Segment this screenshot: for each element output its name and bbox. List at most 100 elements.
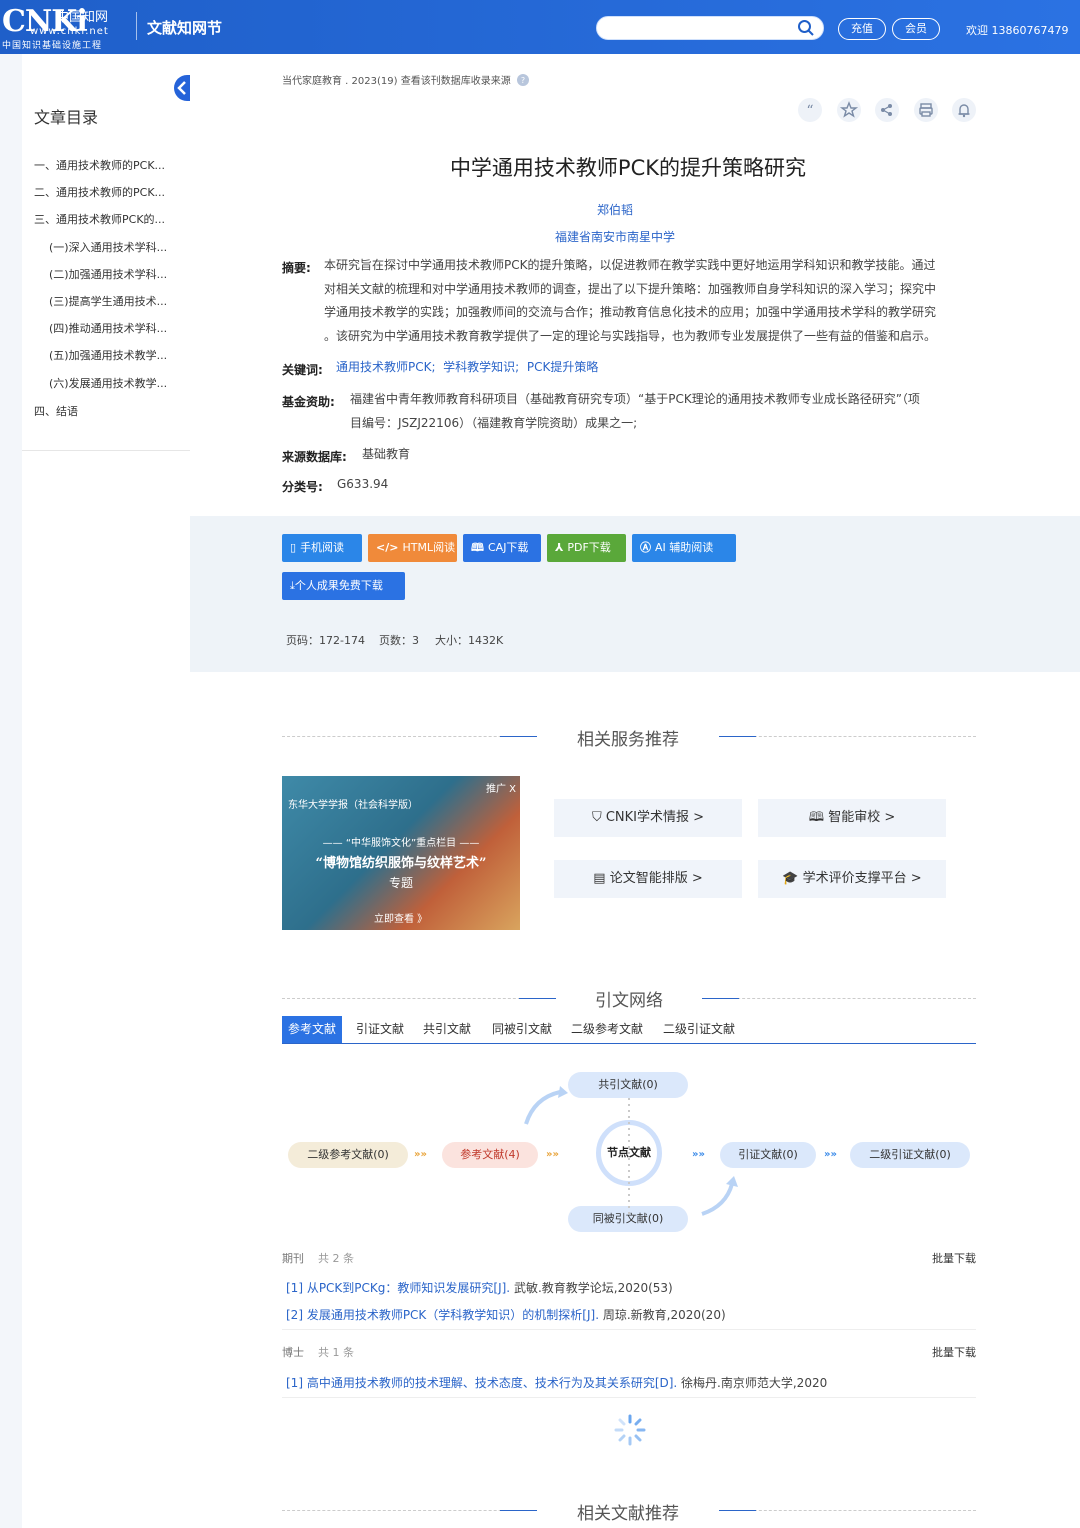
section-divider: [719, 1510, 976, 1511]
article-author[interactable]: 郑伯韬: [190, 201, 1040, 218]
caj-download-button[interactable]: 🕮 CAJ下载: [463, 534, 541, 562]
banner-subheadline: 专题: [388, 876, 413, 890]
toc-item[interactable]: (六)发展通用技术教学...: [49, 375, 167, 391]
abstract-line: 学通用技术教学的实践；加强教师间的交流与合作；推动教育信息化技术的应用；加强中学…: [324, 305, 937, 319]
pdf-download-button[interactable]: ⅄ PDF下载: [547, 534, 626, 562]
fund-line: 目编号：JSZJ22106）（福建教育学院资助）成果之一;: [350, 415, 638, 430]
toc-title: 文章目录: [34, 108, 99, 127]
toc-item[interactable]: 四、结语: [34, 403, 78, 419]
print-icon[interactable]: [914, 98, 938, 122]
toc-sidebar: 文章目录 一、通用技术教师的PCK... 二、通用技术教师的PCK... 三、通…: [22, 54, 190, 1528]
keyword-link[interactable]: 通用技术教师PCK;: [336, 360, 436, 374]
page-count-info: 页数：3: [379, 634, 419, 647]
html-read-button[interactable]: </> HTML阅读: [368, 534, 457, 562]
toc-item[interactable]: (五)加强通用技术教学...: [49, 347, 167, 363]
section-divider-accent: [719, 1510, 756, 1511]
reference-item[interactable]: [1] 从PCK到PCKg：教师知识发展研究[J]. 武敏.教育教学论坛,202…: [286, 1279, 673, 1296]
tab-co-cited[interactable]: 同被引文献: [492, 1016, 552, 1043]
toc-item[interactable]: 三、通用技术教师PCK的...: [34, 211, 165, 227]
section-divider-accent: [500, 736, 537, 737]
bell-icon[interactable]: [952, 98, 976, 122]
fund-line: 福建省中青年教师教育科研项目（基础教育研究专项）“基于PCK理论的通用技术教师专…: [350, 392, 920, 406]
batch-download-button[interactable]: 批量下载: [932, 1344, 976, 1360]
services-title: 相关服务推荐: [577, 730, 679, 750]
toc-item[interactable]: (一)深入通用技术学科...: [49, 239, 167, 255]
abstract-label: 摘要:: [282, 261, 311, 275]
batch-download-button[interactable]: 批量下载: [932, 1250, 976, 1266]
network-title: 引文网络: [595, 991, 663, 1011]
promo-banner[interactable]: 东华大学学报（社会科学版） 推广 X —— “中华服饰文化”重点栏目 —— “博…: [282, 776, 520, 930]
reference-item[interactable]: [1] 高中通用技术教师的技术理解、技术态度、技术行为及其关系研究[D]. 徐梅…: [286, 1374, 827, 1391]
loading-spinner-icon: [614, 1414, 646, 1446]
section-divider-accent: [702, 998, 739, 999]
tab-secondary-references[interactable]: 二级参考文献: [571, 1016, 643, 1043]
tab-co-citing[interactable]: 共引文献: [423, 1016, 471, 1043]
service-evaluation[interactable]: 🎓 学术评价支撑平台 >: [758, 860, 946, 898]
breadcrumb[interactable]: 当代家庭教育 . 2023(19) 查看该刊数据库收录来源 ?: [282, 72, 529, 87]
abstract-line: 。该研究为中学通用技术教育教学提供了一定的理论与实践指导，也为教师专业发展提供了…: [324, 328, 937, 343]
toc-item[interactable]: (四)推动通用技术学科...: [49, 320, 167, 336]
cnki-logo[interactable]: CNKi 中国知网 www.cnki.net 中国知识基础设施工程: [2, 4, 130, 51]
related-title: 相关文献推荐: [577, 1504, 679, 1524]
ai-read-button[interactable]: Ⓐ AI 辅助阅读: [632, 534, 736, 562]
share-icon[interactable]: [875, 98, 899, 122]
section-divider-accent: [500, 1510, 537, 1511]
service-typeset[interactable]: ▤ 论文智能排版 >: [554, 860, 742, 898]
sidebar-divider: [22, 450, 190, 451]
node-references[interactable]: 参考文献(4): [442, 1142, 538, 1168]
search-input[interactable]: [607, 20, 787, 38]
collapse-sidebar-button[interactable]: [174, 75, 190, 101]
keyword-link[interactable]: PCK提升策略: [527, 360, 599, 374]
service-cnki-intel[interactable]: ⛉ CNKI学术情报 >: [554, 799, 742, 837]
tab-references[interactable]: 参考文献: [282, 1016, 343, 1043]
article-title: 中学通用技术教师PCK的提升策略研究: [449, 156, 807, 180]
caj-download-label: CAJ下载: [487, 541, 529, 554]
section-divider-accent: [519, 998, 556, 999]
banner-ad-close[interactable]: 推广 X: [486, 780, 516, 795]
toc-item[interactable]: (三)提高学生通用技术...: [49, 293, 167, 309]
tab-secondary-citing[interactable]: 二级引证文献: [663, 1016, 735, 1043]
article-organization[interactable]: 福建省南安市南星中学: [190, 228, 1040, 245]
reference-item[interactable]: [2] 发展通用技术教师PCK（学科教学知识）的机制探析[J]. 周琼.新教育,…: [286, 1306, 726, 1323]
list-divider: [282, 1329, 976, 1330]
phd-label: 博士: [282, 1346, 304, 1359]
phone-icon: ▯: [290, 541, 297, 554]
keywords-label: 关键词:: [282, 363, 323, 377]
abstract-line: 对相关文献的梳理和对中学通用技术教师的调查，提出了以下提升策略：加强教师自身学科…: [324, 281, 937, 296]
banner-view-link[interactable]: 立即查看 》: [374, 910, 427, 925]
node-citing[interactable]: 引证文献(0): [720, 1142, 816, 1168]
mobile-read-button[interactable]: ▯ 手机阅读: [282, 534, 362, 562]
code-icon: </>: [376, 541, 399, 554]
banner-publication: 东华大学学报（社会科学版）: [288, 800, 418, 811]
download-area: ▯ 手机阅读 </> HTML阅读 🕮 CAJ下载 ⅄ PDF下载 Ⓐ AI 辅助阅读 ⤓…: [190, 516, 1080, 672]
recharge-button[interactable]: 充值: [838, 18, 886, 40]
node-secondary-citing[interactable]: 二级引证文献(0): [850, 1142, 970, 1168]
toc-item[interactable]: 二、通用技术教师的PCK...: [34, 184, 165, 200]
member-button[interactable]: 会员: [892, 18, 940, 40]
list-divider: [282, 1397, 976, 1398]
quote-icon[interactable]: “: [798, 98, 822, 122]
dotted-connector: [628, 1098, 630, 1218]
class-value: G633.94: [337, 477, 389, 491]
service-proofread[interactable]: 🕮 智能审校 >: [758, 799, 946, 837]
toc-item[interactable]: (二)加强通用技术学科...: [49, 266, 167, 282]
brand-title[interactable]: 文献知网节: [147, 17, 222, 38]
welcome-user[interactable]: 欢迎 13860767479: [966, 22, 1068, 38]
fund-text: 福建省中青年教师教育科研项目（基础教育研究专项）“基于PCK理论的通用技术教师专…: [350, 388, 990, 435]
personal-download-button[interactable]: ⤓个人成果免费下载: [282, 572, 405, 600]
star-icon[interactable]: [837, 98, 861, 122]
node-secondary-references[interactable]: 二级参考文献(0): [288, 1142, 408, 1168]
keyword-link[interactable]: 学科教学知识;: [443, 360, 519, 374]
ai-read-label: AI 辅助阅读: [655, 541, 714, 554]
search-icon[interactable]: [797, 19, 815, 40]
class-label: 分类号:: [282, 480, 323, 494]
arrow-icon: »»: [414, 1149, 427, 1160]
shield-icon: ⛉: [591, 810, 606, 825]
node-co-citing[interactable]: 共引文献(0): [568, 1072, 688, 1098]
phd-count: 共 1 条: [318, 1346, 354, 1359]
toc-item[interactable]: 一、通用技术教师的PCK...: [34, 157, 165, 173]
help-icon[interactable]: ?: [516, 74, 529, 86]
breadcrumb-text[interactable]: 当代家庭教育 . 2023(19) 查看该刊数据库收录来源: [282, 76, 511, 87]
tab-citing[interactable]: 引证文献: [356, 1016, 404, 1043]
logo-cn: 中国知网: [56, 10, 109, 25]
